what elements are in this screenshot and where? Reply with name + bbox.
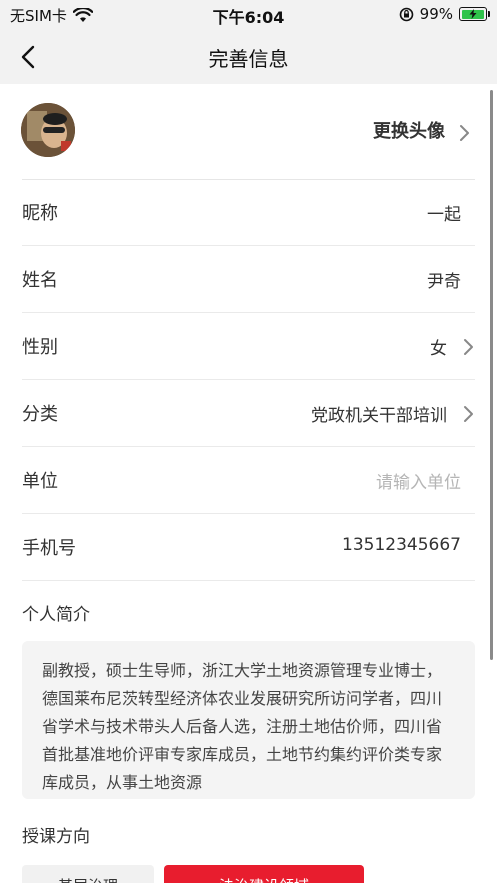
bio-textarea[interactable]: 副教授，硕士生导师，浙江大学土地资源管理专业博士，德国莱布尼茨转型经济体农业发展… (22, 641, 475, 799)
category-label: 分类 (22, 404, 58, 425)
status-bar: 无SIM卡 下午6:04 99% (0, 0, 497, 30)
name-label: 姓名 (22, 270, 58, 291)
teaching-title: 授课方向 (22, 827, 90, 847)
category-row[interactable]: 分类 党政机关干部培训 (22, 380, 475, 447)
battery-percent: 99% (419, 5, 453, 23)
battery-fill (461, 9, 485, 19)
nickname-value[interactable]: 一起 (427, 200, 461, 225)
status-right: 99% (399, 5, 490, 23)
scrollbar[interactable] (490, 90, 493, 660)
name-value[interactable]: 尹奇 (427, 267, 461, 292)
teaching-tag-selected[interactable]: 法治建设领域 (164, 865, 364, 883)
page-title: 完善信息 (208, 47, 289, 71)
gender-value[interactable]: 女 (430, 334, 447, 359)
phone-row[interactable]: 手机号 13512345667 (22, 514, 475, 581)
charging-bolt-icon (469, 9, 477, 19)
battery-icon (459, 7, 490, 21)
avatar-image (21, 103, 75, 157)
orientation-lock-icon (399, 7, 413, 21)
teaching-tags: 基层治理 法治建设领域 (22, 865, 364, 883)
bio-text: 副教授，硕士生导师，浙江大学土地资源管理专业博士，德国莱布尼茨转型经济体农业发展… (42, 661, 443, 792)
chevron-right-icon (460, 125, 469, 141)
unit-row[interactable]: 单位 请输入单位 (22, 447, 475, 514)
name-row[interactable]: 姓名 尹奇 (22, 246, 475, 313)
unit-label: 单位 (22, 471, 58, 492)
change-avatar-row[interactable]: 更换头像 (0, 84, 497, 180)
change-avatar-label: 更换头像 (373, 121, 445, 142)
chevron-right-icon (464, 339, 473, 355)
profile-form: 更换头像 昵称 一起 姓名 尹奇 性别 女 分类 党政机关干部培训 单位 请输入… (0, 84, 497, 883)
phone-label: 手机号 (22, 538, 76, 559)
phone-value[interactable]: 13512345667 (342, 535, 461, 555)
category-value[interactable]: 党政机关干部培训 (311, 401, 447, 426)
chevron-right-icon (464, 406, 473, 422)
avatar[interactable] (21, 103, 75, 157)
unit-input[interactable]: 请输入单位 (376, 468, 461, 493)
nickname-row[interactable]: 昵称 一起 (22, 179, 475, 246)
bio-title: 个人简介 (22, 605, 90, 625)
gender-label: 性别 (22, 337, 58, 358)
navigation-bar: 完善信息 (0, 30, 497, 84)
nickname-label: 昵称 (22, 203, 58, 224)
teaching-tag[interactable]: 基层治理 (22, 865, 154, 883)
gender-row[interactable]: 性别 女 (22, 313, 475, 380)
